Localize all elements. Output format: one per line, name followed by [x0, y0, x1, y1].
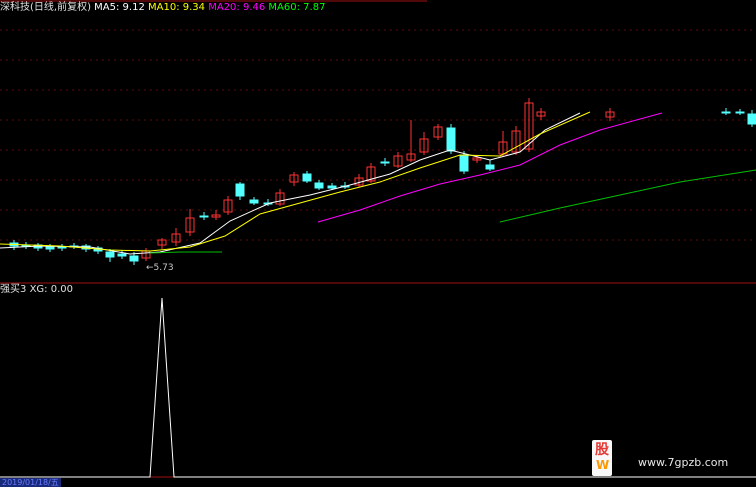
grid-lines [0, 29, 756, 241]
candle [406, 120, 416, 162]
candle [302, 171, 312, 183]
xg-value: XG: 0.00 [29, 284, 73, 295]
chart-header: 深科技(日线,前复权) MA5: 9.12 MA10: 9.34 MA20: 9… [0, 2, 325, 14]
candle [171, 228, 181, 246]
ma20-value: MA20: 9.46 [208, 2, 266, 13]
candle [69, 243, 79, 249]
stock-title: 深科技(日线,前复权) [0, 2, 91, 13]
candle [393, 152, 403, 168]
candle [419, 132, 429, 155]
candle [93, 246, 103, 254]
indicator-name: 强买3 [0, 284, 27, 295]
candle [605, 108, 615, 121]
candle-body [446, 127, 456, 152]
candle-body [485, 164, 495, 170]
candle [433, 124, 443, 140]
candle-body [735, 111, 745, 114]
candle [57, 244, 67, 251]
candle [199, 212, 209, 220]
candle [485, 160, 495, 171]
candle [721, 108, 731, 115]
date-label: 2019/01/18/五 [0, 478, 61, 487]
candle [747, 110, 756, 127]
ma5-value: MA5: 9.12 [94, 2, 145, 13]
candle [446, 124, 456, 154]
candle-body [129, 255, 139, 262]
candle [735, 109, 745, 115]
candle-body [380, 161, 390, 164]
candle [275, 189, 285, 206]
candle-body [199, 215, 209, 218]
xg-signal-line [0, 297, 756, 478]
candle [117, 250, 127, 259]
kline-chart[interactable] [0, 0, 756, 487]
candle [536, 108, 546, 120]
candle-body [235, 183, 245, 197]
candle-body [721, 111, 731, 114]
watermark-url: www.7gpzb.com [638, 456, 729, 469]
candle [289, 172, 299, 186]
candle [511, 126, 521, 155]
candle-body [459, 154, 469, 172]
candle-body [57, 246, 67, 249]
candle [141, 248, 151, 261]
candle [157, 238, 167, 249]
candle-body [302, 173, 312, 182]
candle [380, 158, 390, 166]
indicator-header: 强买3 XG: 0.00 [0, 284, 73, 296]
ma-line [499, 169, 756, 223]
ma-line [0, 112, 581, 255]
candle-body [105, 251, 115, 258]
candle [21, 242, 31, 249]
candle [249, 197, 259, 205]
ma10-value: MA10: 9.34 [148, 2, 206, 13]
candle [223, 196, 233, 215]
low-price-label: ←5.73 [146, 263, 174, 273]
candle [33, 243, 43, 251]
ma60-value: MA60: 7.87 [268, 2, 326, 13]
watermark-logo: 股 W [592, 440, 612, 476]
watermark-glyph-bottom: W [596, 458, 610, 472]
candle-body [327, 185, 337, 189]
candle-body [747, 113, 756, 125]
candle-body [314, 182, 324, 189]
watermark-glyph-top: 股 [595, 442, 609, 458]
candle-body [249, 199, 259, 204]
moving-average-lines [0, 111, 756, 255]
candle [211, 210, 221, 220]
candle-body [117, 253, 127, 257]
ma-line [149, 251, 222, 254]
candle [185, 209, 195, 236]
candle [235, 182, 245, 200]
candle [314, 180, 324, 190]
